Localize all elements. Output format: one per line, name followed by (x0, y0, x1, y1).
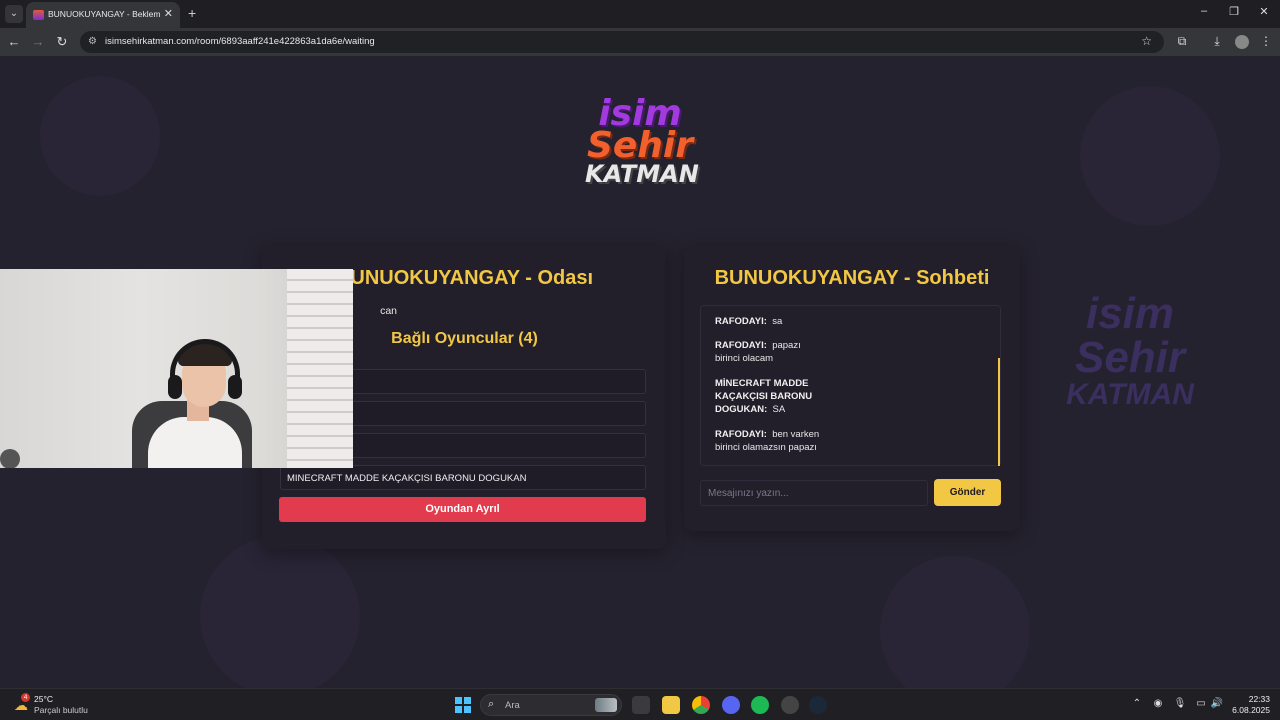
tab-search-chevron-icon[interactable]: ⌄ (5, 5, 23, 23)
webcam-overlay (0, 269, 353, 468)
send-message-button[interactable]: Gönder (934, 479, 1001, 506)
chat-scrollbar[interactable] (998, 358, 1000, 466)
site-favicon-icon (33, 10, 44, 20)
close-window-icon[interactable]: ✕ (1254, 5, 1274, 18)
message-author: RAFODAYI: (715, 429, 767, 440)
app-icon[interactable] (781, 696, 799, 714)
forward-icon[interactable]: → (30, 34, 46, 49)
chat-title: BUNUOKUYANGAY - Sohbeti (714, 267, 990, 289)
weather-temperature[interactable]: 25°C (34, 694, 53, 704)
chat-message: MİNECRAFT MADDE KAÇAKÇISI BARONU DOGUKAN… (715, 377, 835, 416)
headset-earcup (168, 375, 182, 399)
browser-tab-bar: ⌄ BUNUOKUYANGAY - Bekleme Odası ✕ + – ❐ … (0, 0, 1280, 28)
background-pattern (40, 76, 160, 196)
chat-message: RAFODAYI: sa (715, 315, 845, 328)
search-label: Ara (505, 700, 520, 711)
tab-close-icon[interactable]: ✕ (164, 7, 173, 20)
logo-line-sehir: Sehir (586, 125, 694, 166)
search-icon: ⌕ (488, 698, 495, 710)
chat-message: RAFODAYI: ben varken birinci olamazsın p… (715, 428, 835, 454)
tab-title: BUNUOKUYANGAY - Bekleme Odası (48, 9, 160, 19)
site-logo[interactable]: isim Sehir KATMAN (585, 96, 699, 204)
restore-icon[interactable]: ❐ (1224, 5, 1244, 18)
taskbar-search[interactable]: ⌕ Ara (480, 694, 622, 716)
person-shirt (148, 417, 242, 468)
logo-line-katman: KATMAN (585, 160, 699, 188)
message-text: SA (772, 404, 786, 415)
address-bar[interactable]: ⚙ isimsehirkatman.com/room/6893aaff241e4… (80, 31, 1164, 53)
extensions-icon[interactable]: ⧉ (1174, 34, 1190, 49)
message-author: RAFODAYI: (715, 340, 767, 351)
clock-date: 6.08.2025 (1232, 705, 1270, 715)
taskbar: ☁ 4 25°C Parçalı bulutlu ⌕ Ara ⌃ ◉ 🎙 ▭ 🔊… (0, 688, 1280, 720)
background-logo-watermark: isim Sehir KATMAN (1066, 289, 1194, 411)
chrome-icon[interactable] (692, 696, 710, 714)
tray-app-icon[interactable]: ◉ (1151, 698, 1165, 709)
microphone-icon[interactable]: 🎙 (1173, 698, 1187, 709)
task-view-icon[interactable] (632, 696, 650, 714)
chat-messages[interactable]: RAFODAYI: sa RAFODAYI: papazı birinci ol… (700, 305, 1001, 466)
bookmark-star-icon[interactable]: ☆ (1141, 34, 1152, 48)
message-author: MİNECRAFT MADDE KAÇAKÇISI BARONU DOGUKAN… (715, 378, 813, 415)
volume-icon[interactable]: 🔊 (1210, 698, 1224, 709)
search-highlight-image (595, 698, 617, 712)
file-explorer-icon[interactable] (662, 696, 680, 714)
menu-kebab-icon[interactable]: ⋮ (1258, 34, 1274, 48)
background-pattern (1080, 86, 1220, 226)
new-tab-button[interactable]: + (188, 5, 196, 21)
url-text: isimsehirkatman.com/room/6893aaff241e422… (105, 36, 375, 47)
page-content: isim Sehir KATMAN isim Sehir KATMAN BUNU… (0, 56, 1280, 688)
profile-avatar[interactable] (1235, 35, 1249, 49)
active-tab[interactable]: BUNUOKUYANGAY - Bekleme Odası ✕ (26, 2, 180, 28)
back-icon[interactable]: ← (6, 34, 22, 49)
background-object (0, 449, 20, 468)
tray-chevron-icon[interactable]: ⌃ (1130, 698, 1144, 709)
minimize-icon[interactable]: – (1194, 5, 1214, 17)
weather-alert-badge: 4 (21, 693, 30, 702)
site-info-icon[interactable]: ⚙ (88, 36, 97, 47)
headset-earcup (228, 375, 242, 399)
background-pattern (200, 536, 360, 688)
chat-message-input[interactable] (700, 480, 928, 506)
chat-message: RAFODAYI: papazı birinci olacam (715, 339, 825, 365)
discord-icon[interactable] (722, 696, 740, 714)
weather-condition[interactable]: Parçalı bulutlu (34, 705, 88, 715)
message-author: RAFODAYI: (715, 316, 767, 327)
window-blind (287, 269, 353, 468)
clock-time: 22:33 (1248, 694, 1270, 704)
spotify-icon[interactable] (751, 696, 769, 714)
chat-card: BUNUOKUYANGAY - Sohbeti RAFODAYI: sa RAF… (684, 246, 1020, 531)
reload-icon[interactable]: ↻ (54, 34, 70, 50)
message-text: sa (772, 316, 783, 327)
download-icon[interactable]: ⤓ (1209, 34, 1225, 49)
leave-game-button[interactable]: Oyundan Ayrıl (279, 497, 646, 522)
system-clock[interactable]: 22:33 6.08.2025 (1226, 694, 1270, 716)
start-windows-icon[interactable] (455, 697, 471, 713)
background-pattern (880, 556, 1030, 688)
player-item: MINECRAFT MADDE KAÇAKÇISI BARONU DOGUKAN (280, 465, 646, 490)
steam-icon[interactable] (809, 696, 827, 714)
browser-toolbar: ← → ↻ ⚙ isimsehirkatman.com/room/6893aaf… (0, 28, 1280, 56)
network-icon[interactable]: ▭ (1194, 698, 1208, 709)
